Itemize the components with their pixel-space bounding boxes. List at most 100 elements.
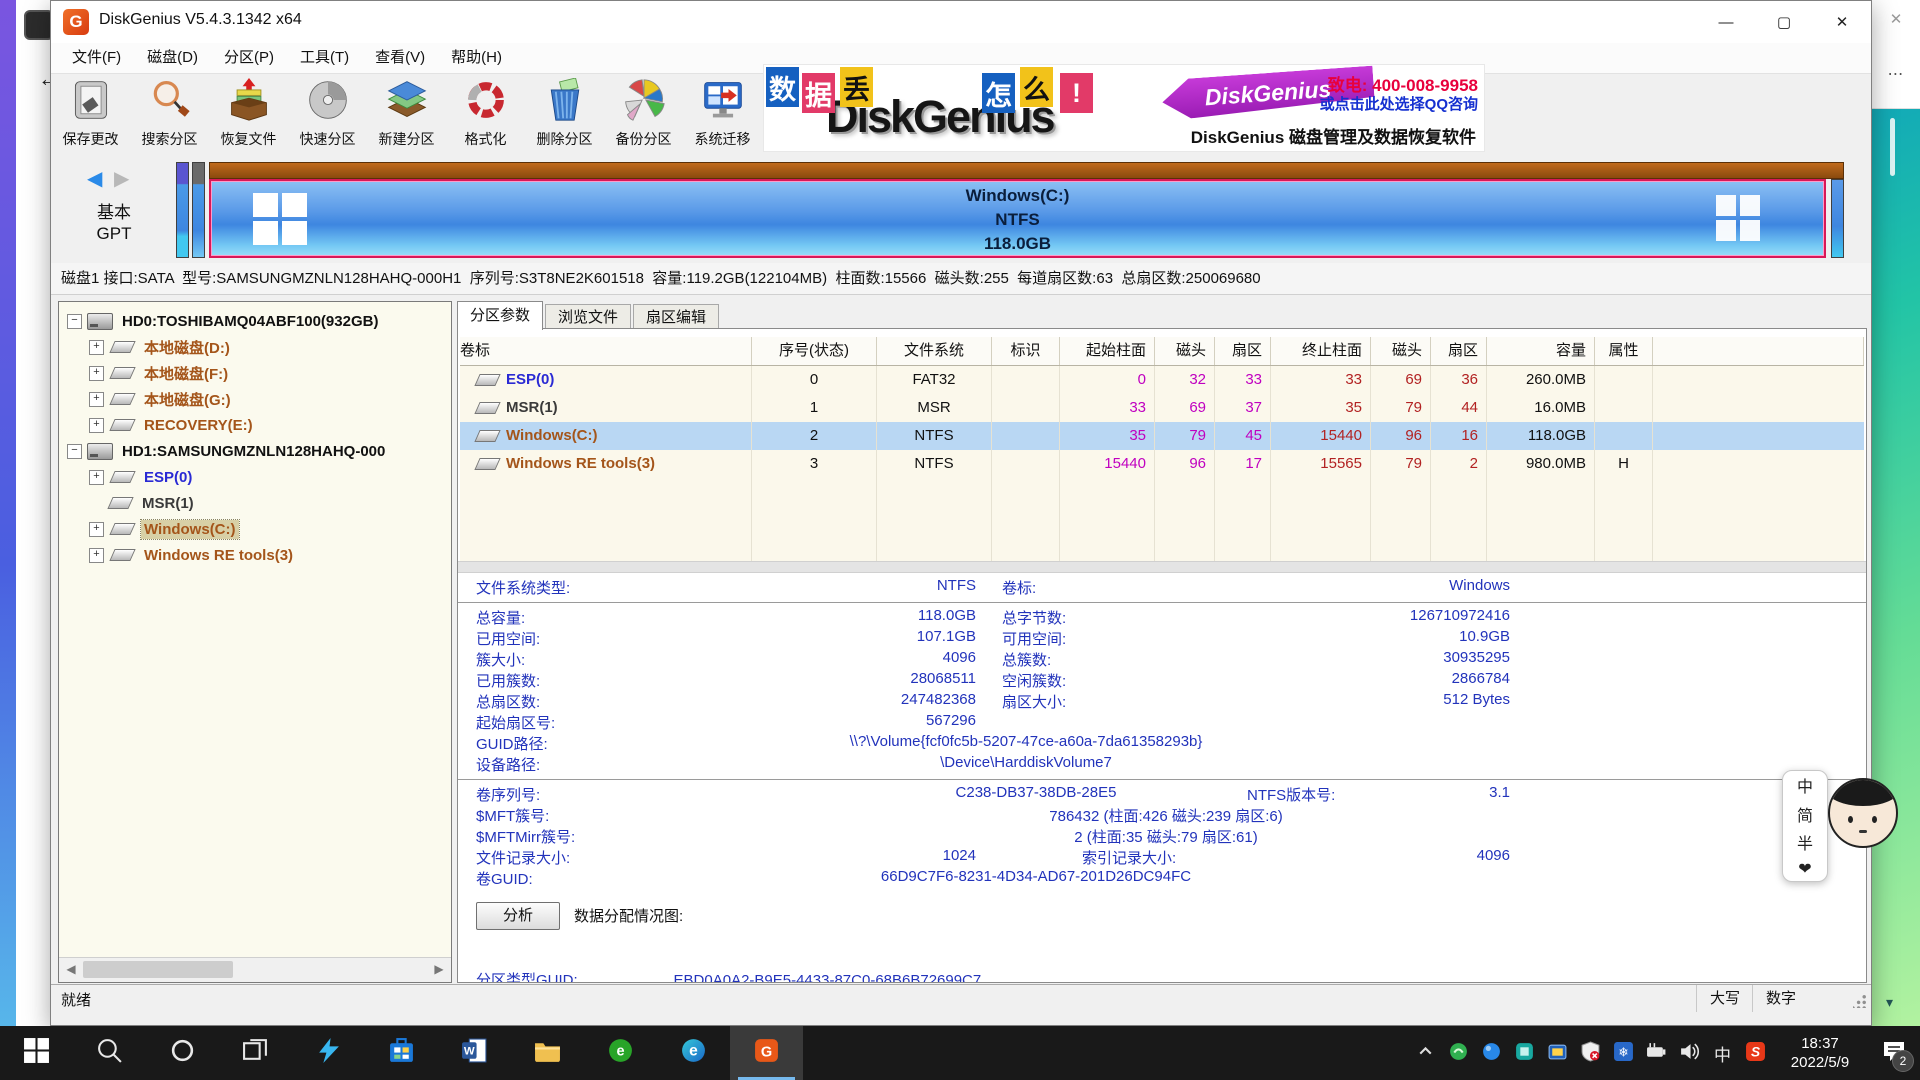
toolbar-button-system-migration[interactable]: 系统迁移 bbox=[683, 78, 762, 152]
tray-icon-ime[interactable]: 中 bbox=[1706, 1026, 1739, 1080]
table-header-row: 卷标序号(状态)文件系统标识起始柱面磁头扇区终止柱面磁头扇区容量属性 bbox=[460, 337, 1864, 366]
tray-icon-gpu-card[interactable] bbox=[1541, 1026, 1574, 1080]
tree-horizontal-scrollbar[interactable]: ◀ ▶ bbox=[59, 957, 451, 982]
menu-item-file[interactable]: 文件(F) bbox=[59, 43, 134, 73]
table-cell bbox=[1595, 506, 1653, 534]
ime-bar-item[interactable]: 简 bbox=[1797, 802, 1813, 826]
partition-bar-re-tools[interactable] bbox=[1831, 179, 1844, 258]
table-row-windows-re[interactable]: Windows RE tools(3)3NTFS1544096171556579… bbox=[460, 450, 1864, 478]
banner-qq-link[interactable]: 或点击此处选择QQ咨询 bbox=[1320, 93, 1478, 114]
tray-icon-caret[interactable] bbox=[1409, 1026, 1442, 1080]
disk-header-strip[interactable] bbox=[209, 162, 1844, 179]
partition-bar-windows-c[interactable]: Windows(C:) NTFS 118.0GB bbox=[209, 179, 1826, 258]
background-scrollbar[interactable] bbox=[1890, 118, 1895, 176]
toolbar-button-save-changes[interactable]: 保存更改 bbox=[51, 78, 130, 152]
taskbar-button-cortana[interactable] bbox=[146, 1026, 219, 1080]
tree-item-local-d[interactable]: +本地磁盘(D:) bbox=[63, 334, 451, 360]
table-cell bbox=[752, 478, 877, 506]
tree-item-local-f[interactable]: +本地磁盘(F:) bbox=[63, 360, 451, 386]
allocation-map-label: 数据分配情况图: bbox=[574, 905, 683, 926]
tree-expander-plus-icon[interactable]: + bbox=[89, 522, 104, 537]
taskbar-button-store[interactable] bbox=[365, 1026, 438, 1080]
toolbar-button-new-partition[interactable]: 新建分区 bbox=[367, 78, 446, 152]
tree-expander-plus-icon[interactable]: + bbox=[89, 418, 104, 433]
scroll-right-arrow-icon[interactable]: ▶ bbox=[427, 958, 451, 981]
background-close-icon[interactable]: ✕ bbox=[1872, 10, 1920, 28]
ime-bar-item[interactable]: 中 bbox=[1797, 773, 1813, 797]
taskbar-button-taskview[interactable] bbox=[219, 1026, 292, 1080]
tray-icon-app-green[interactable] bbox=[1442, 1026, 1475, 1080]
tree-item-msr[interactable]: MSR(1) bbox=[63, 490, 451, 516]
tree-item-esp[interactable]: +ESP(0) bbox=[63, 464, 451, 490]
tray-icon-app-blue[interactable] bbox=[1475, 1026, 1508, 1080]
tree-item-hd1[interactable]: −HD1:SAMSUNGMZNLN128HAHQ-000 bbox=[63, 438, 451, 464]
toolbar-button-search-partition[interactable]: 搜索分区 bbox=[130, 78, 209, 152]
tree-expander-plus-icon[interactable]: + bbox=[89, 340, 104, 355]
tree-item-recovery-e[interactable]: +RECOVERY(E:) bbox=[63, 412, 451, 438]
toolbar-button-delete-partition[interactable]: 删除分区 bbox=[525, 78, 604, 152]
menu-item-help[interactable]: 帮助(H) bbox=[438, 43, 515, 73]
taskbar-clock[interactable]: 18:372022/5/9 bbox=[1772, 1026, 1868, 1080]
table-cell bbox=[1487, 506, 1595, 534]
tray-icon-volume[interactable] bbox=[1673, 1026, 1706, 1080]
menu-item-disk[interactable]: 磁盘(D) bbox=[134, 43, 211, 73]
table-row-windows-c[interactable]: Windows(C:)2NTFS357945154409616118.0GB bbox=[460, 422, 1864, 450]
close-button[interactable]: ✕ bbox=[1813, 1, 1871, 43]
table-row-msr[interactable]: MSR(1)1MSR33693735794416.0MB bbox=[460, 394, 1864, 422]
tree-expander-plus-icon[interactable]: + bbox=[89, 366, 104, 381]
tree-expander-minus-icon[interactable]: − bbox=[67, 314, 82, 329]
tree-expander-minus-icon[interactable]: − bbox=[67, 444, 82, 459]
taskbar-button-word[interactable]: W bbox=[438, 1026, 511, 1080]
tree-item-windows-re[interactable]: +Windows RE tools(3) bbox=[63, 542, 451, 568]
scrollbar-thumb[interactable] bbox=[83, 961, 233, 978]
tab-partition-params[interactable]: 分区参数 bbox=[457, 301, 543, 330]
toolbar-button-backup-partition[interactable]: 备份分区 bbox=[604, 78, 683, 152]
tray-icon-defender[interactable] bbox=[1574, 1026, 1607, 1080]
tree-expander-plus-icon[interactable]: + bbox=[89, 392, 104, 407]
tab-browse-files[interactable]: 浏览文件 bbox=[545, 304, 631, 330]
prev-disk-arrow-icon[interactable]: ◀ bbox=[87, 168, 102, 190]
taskbar-button-search[interactable] bbox=[73, 1026, 146, 1080]
action-center-button[interactable]: 2 bbox=[1868, 1026, 1920, 1080]
tree-item-local-g[interactable]: +本地磁盘(G:) bbox=[63, 386, 451, 412]
partition-table: 卷标序号(状态)文件系统标识起始柱面磁头扇区终止柱面磁头扇区容量属性ESP(0)… bbox=[460, 337, 1864, 562]
resize-grip[interactable] bbox=[1853, 994, 1867, 1008]
maximize-button[interactable]: ▢ bbox=[1755, 1, 1813, 43]
background-more-icon[interactable]: ⋯ bbox=[1872, 64, 1920, 84]
toolbar-button-format[interactable]: 格式化 bbox=[446, 78, 525, 152]
table-cell bbox=[1155, 478, 1215, 506]
ad-banner[interactable]: DiskGenius DiskGenius 致电: 400-008-9958 或… bbox=[763, 64, 1485, 152]
tree-item-hd0[interactable]: −HD0:TOSHIBAMQ04ABF100(932GB) bbox=[63, 308, 451, 334]
minimize-button[interactable]: — bbox=[1697, 1, 1755, 43]
tray-icon-sogou[interactable]: S bbox=[1739, 1026, 1772, 1080]
menu-item-tools[interactable]: 工具(T) bbox=[287, 43, 362, 73]
tray-icon-battery[interactable] bbox=[1640, 1026, 1673, 1080]
toolbar-button-recover-files[interactable]: 恢复文件 bbox=[209, 78, 288, 152]
partition-bar-esp[interactable] bbox=[176, 162, 189, 258]
taskbar-button-lightning[interactable] bbox=[292, 1026, 365, 1080]
partition-bar-msr[interactable] bbox=[192, 162, 205, 258]
taskbar-button-explorer[interactable] bbox=[511, 1026, 584, 1080]
taskbar-button-browser-green[interactable]: e bbox=[584, 1026, 657, 1080]
toolbar-button-label: 恢复文件 bbox=[221, 129, 277, 149]
tray-icon-app-teal[interactable] bbox=[1508, 1026, 1541, 1080]
menu-item-view[interactable]: 查看(V) bbox=[362, 43, 438, 73]
menu-item-partition[interactable]: 分区(P) bbox=[211, 43, 287, 73]
partition-name: Windows(C:) bbox=[211, 184, 1824, 208]
tree-expander-plus-icon[interactable]: + bbox=[89, 470, 104, 485]
title-bar[interactable]: G DiskGenius V5.4.3.1342 x64 — ▢ ✕ bbox=[51, 1, 1871, 43]
tray-icon-snowflake[interactable]: ❄ bbox=[1607, 1026, 1640, 1080]
next-disk-arrow-icon[interactable]: ▶ bbox=[114, 168, 129, 190]
analyze-button[interactable]: 分析 bbox=[476, 902, 560, 930]
taskbar-button-edge[interactable]: e bbox=[657, 1026, 730, 1080]
scroll-left-arrow-icon[interactable]: ◀ bbox=[59, 958, 83, 981]
toolbar-button-quick-partition[interactable]: 快速分区 bbox=[288, 78, 367, 152]
tree-expander-plus-icon[interactable]: + bbox=[89, 548, 104, 563]
tab-sector-edit[interactable]: 扇区编辑 bbox=[633, 304, 719, 330]
tree-item-windows-c[interactable]: +Windows(C:) bbox=[63, 516, 451, 542]
table-row-esp[interactable]: ESP(0)0FAT3203233336936260.0MB bbox=[460, 366, 1864, 394]
taskbar-button-start[interactable] bbox=[0, 1026, 73, 1080]
ime-bar-item[interactable]: ❤ bbox=[1798, 859, 1811, 879]
taskbar-button-diskgenius[interactable]: G bbox=[730, 1026, 803, 1080]
ime-bar-item[interactable]: 半 bbox=[1797, 830, 1813, 854]
